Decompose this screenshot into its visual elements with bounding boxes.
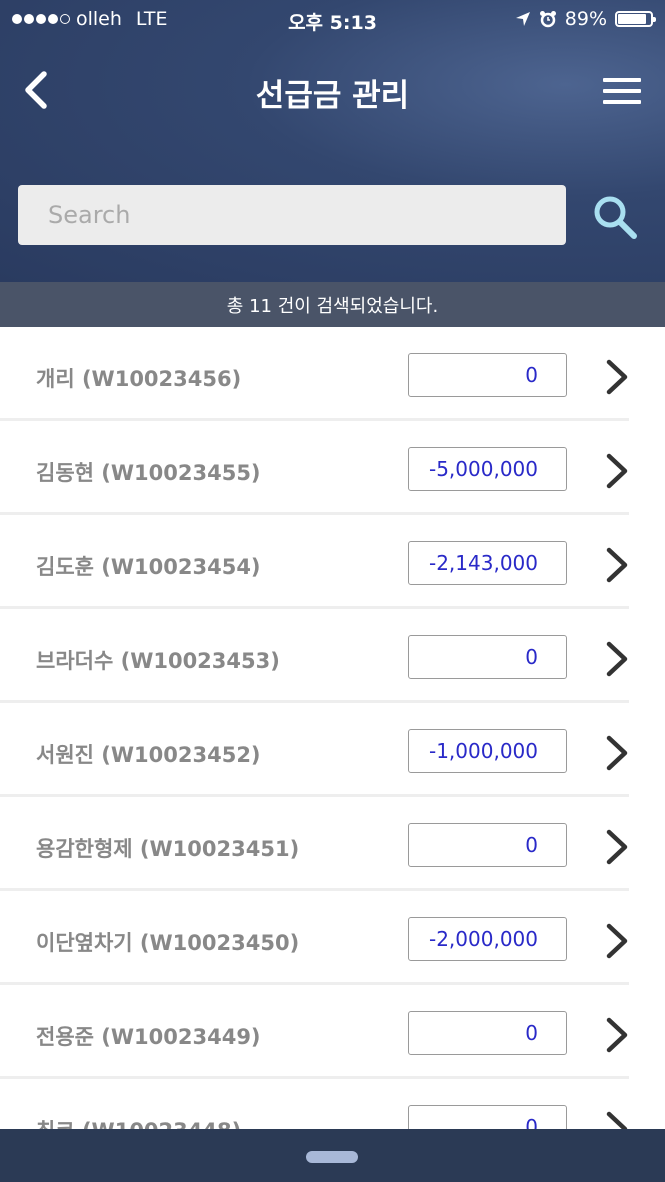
item-name: 김동현 (W10023455)	[36, 461, 261, 485]
amount-field[interactable]: 0	[408, 1105, 567, 1129]
location-arrow-icon	[515, 12, 530, 26]
item-name: 서원진 (W10023452)	[36, 743, 261, 767]
list-item[interactable]: 김동현 (W10023455) -5,000,000	[0, 421, 665, 515]
item-name: 전용준 (W10023449)	[36, 1025, 261, 1049]
detail-button[interactable]	[604, 1015, 630, 1055]
detail-button[interactable]	[604, 921, 630, 961]
chevron-right-icon	[606, 829, 628, 865]
detail-button[interactable]	[604, 545, 630, 585]
item-name: 이단옆차기 (W10023450)	[36, 931, 300, 955]
advance-payment-list: 개리 (W10023456) 0 김동현 (W10023455) -5,000,000…	[0, 327, 665, 1129]
list-item[interactable]: 브라더수 (W10023453) 0	[0, 609, 665, 703]
detail-button[interactable]	[604, 451, 630, 491]
item-name: 김도훈 (W10023454)	[36, 555, 261, 579]
hamburger-menu-icon	[603, 78, 641, 82]
list-item[interactable]: 최코 (W10023448) 0	[0, 1079, 665, 1129]
search-input[interactable]	[18, 185, 566, 245]
list-item[interactable]: 전용준 (W10023449) 0	[0, 985, 665, 1079]
search-button[interactable]	[590, 192, 640, 242]
list-item[interactable]: 김도훈 (W10023454) -2,143,000	[0, 515, 665, 609]
amount-field[interactable]: -2,143,000	[408, 541, 567, 585]
chevron-right-icon	[606, 1111, 628, 1129]
chevron-right-icon	[606, 923, 628, 959]
list-item[interactable]: 이단옆차기 (W10023450) -2,000,000	[0, 891, 665, 985]
detail-button[interactable]	[604, 1109, 630, 1129]
nav-bar: 선급금 관리	[0, 38, 665, 142]
detail-button[interactable]	[604, 639, 630, 679]
battery-icon	[615, 11, 656, 27]
list-item[interactable]: 서원진 (W10023452) -1,000,000	[0, 703, 665, 797]
amount-field[interactable]: 0	[408, 353, 567, 397]
detail-button[interactable]	[604, 357, 630, 397]
bottom-bar	[0, 1129, 665, 1182]
amount-field[interactable]: -2,000,000	[408, 917, 567, 961]
search-icon	[594, 196, 637, 239]
amount-field[interactable]: -1,000,000	[408, 729, 567, 773]
drawer-handle[interactable]	[306, 1151, 358, 1163]
amount-field[interactable]: -5,000,000	[408, 447, 567, 491]
detail-button[interactable]	[604, 827, 630, 867]
item-name: 최코 (W10023448)	[36, 1115, 241, 1129]
menu-button[interactable]	[603, 78, 641, 104]
item-name: 용감한형제 (W10023451)	[36, 837, 300, 861]
amount-field[interactable]: 0	[408, 635, 567, 679]
chevron-right-icon	[606, 1017, 628, 1053]
amount-field[interactable]: 0	[408, 823, 567, 867]
result-count-text: 총 11 건이 검색되었습니다.	[226, 295, 439, 317]
status-bar: olleh LTE 오후 5:13 89%	[0, 0, 665, 38]
chevron-right-icon	[606, 735, 628, 771]
chevron-right-icon	[606, 359, 628, 395]
list-item[interactable]: 개리 (W10023456) 0	[0, 327, 665, 421]
list-item[interactable]: 용감한형제 (W10023451) 0	[0, 797, 665, 891]
chevron-right-icon	[606, 547, 628, 583]
amount-field[interactable]: 0	[408, 1011, 567, 1055]
item-name: 브라더수 (W10023453)	[36, 649, 280, 673]
chevron-right-icon	[606, 641, 628, 677]
search-area	[0, 142, 665, 282]
menu-bar-bottom	[603, 100, 641, 104]
menu-bar-middle	[603, 89, 641, 93]
alarm-clock-icon	[539, 11, 556, 28]
detail-button[interactable]	[604, 733, 630, 773]
result-count-bar: 총 11 건이 검색되었습니다.	[0, 282, 665, 327]
status-right: 89%	[515, 8, 656, 30]
item-name: 개리 (W10023456)	[36, 367, 242, 391]
battery-percent: 89%	[564, 8, 607, 30]
page-title: 선급금 관리	[255, 78, 410, 114]
chevron-right-icon	[606, 453, 628, 489]
